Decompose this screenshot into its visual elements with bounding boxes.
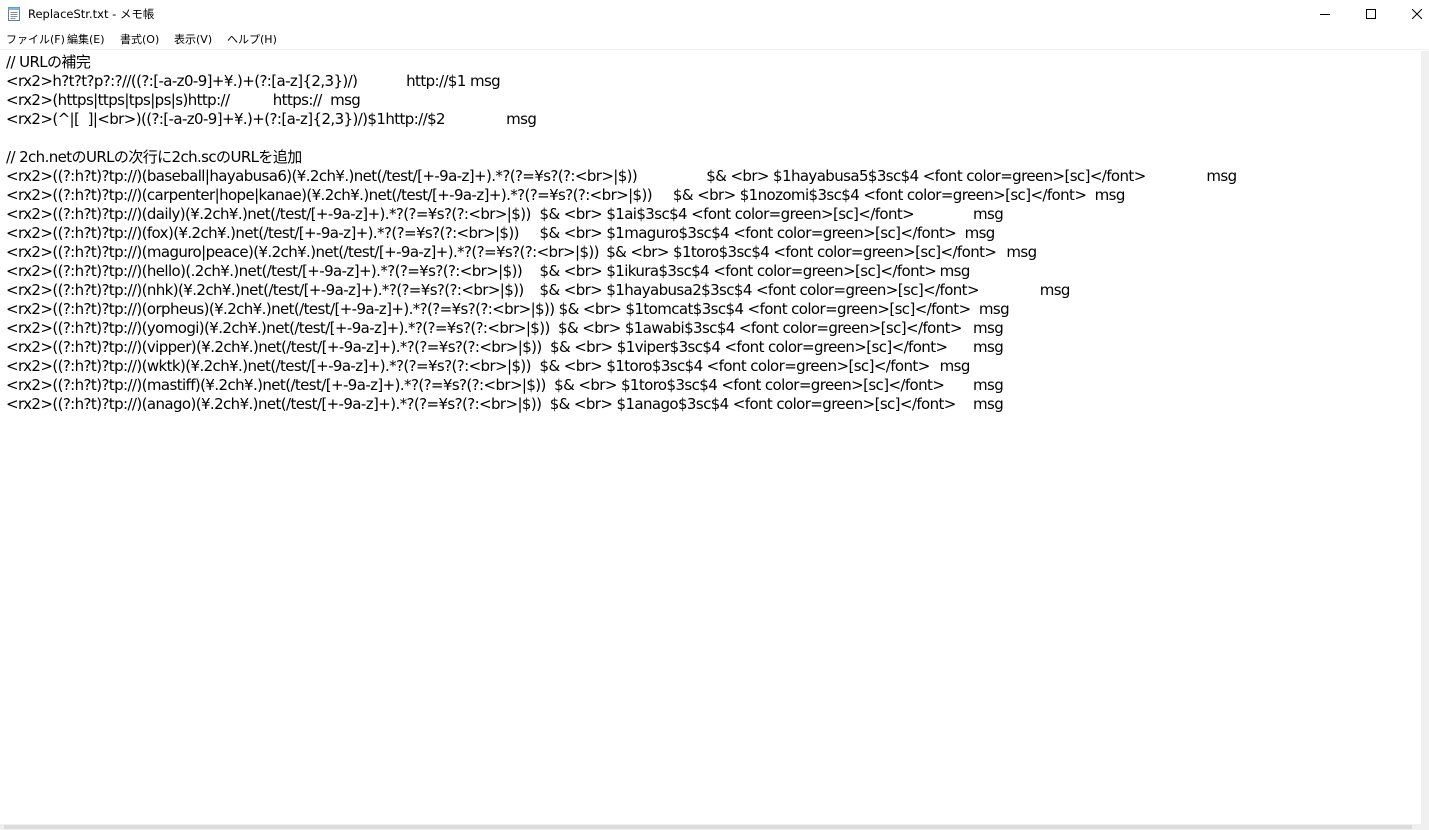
editor-line: <rx2>((?:h?t)?tp://)(nhk)(¥.2ch¥.)net(/t… <box>6 281 1070 299</box>
menu-edit[interactable]: 編集(E) <box>67 31 105 47</box>
title-bar[interactable]: ReplaceStr.txt - メモ帳 <box>0 0 1429 28</box>
notepad-icon <box>7 6 21 21</box>
text-editor[interactable]: // URLの補完 <rx2>h?t?t?p?:?//((?:[-a-z0-9]… <box>0 51 1421 824</box>
editor-line: <rx2>((?:h?t)?tp://)(mastiff)(¥.2ch¥.)ne… <box>6 376 1004 394</box>
editor-line <box>6 129 1237 148</box>
window-title: ReplaceStr.txt - メモ帳 <box>28 7 155 21</box>
menu-bar: ファイル(F) 編集(E) 書式(O) 表示(V) ヘルプ(H) <box>0 29 1429 50</box>
menu-view[interactable]: 表示(V) <box>174 31 212 47</box>
editor-line: <rx2>((?:h?t)?tp://)(daily)(¥.2ch¥.)net(… <box>6 205 1004 223</box>
minimize-button[interactable] <box>1302 0 1348 28</box>
editor-line: <rx2>h?t?t?p?:?//((?:[-a-z0-9]+¥.)+(?:[a… <box>6 72 501 90</box>
close-button[interactable] <box>1394 0 1429 28</box>
editor-line: <rx2>(https|ttps|tps|ps|s)http:// https:… <box>6 91 361 109</box>
editor-line: <rx2>((?:h?t)?tp://)(vipper)(¥.2ch¥.)net… <box>6 338 1004 356</box>
editor-lines: // URLの補完 <rx2>h?t?t?p?:?//((?:[-a-z0-9]… <box>6 53 1237 414</box>
editor-line: // URLの補完 <box>6 53 91 71</box>
menu-format[interactable]: 書式(O) <box>120 31 159 47</box>
maximize-button[interactable] <box>1348 0 1394 28</box>
editor-line: <rx2>((?:h?t)?tp://)(yomogi)(¥.2ch¥.)net… <box>6 319 1004 337</box>
menu-file[interactable]: ファイル(F) <box>6 31 65 47</box>
editor-line: <rx2>((?:h?t)?tp://)(anago)(¥.2ch¥.)net(… <box>6 395 1004 413</box>
editor-line: <rx2>((?:h?t)?tp://)(hello)(.2ch¥.)net(/… <box>6 262 970 280</box>
notepad-window: ReplaceStr.txt - メモ帳 ファイル(F) 編集(E) 書式(O)… <box>0 0 1429 830</box>
maximize-icon <box>1366 9 1376 19</box>
editor-line: <rx2>((?:h?t)?tp://)(fox)(¥.2ch¥.)net(/t… <box>6 224 995 242</box>
editor-line: <rx2>((?:h?t)?tp://)(orpheus)(¥.2ch¥.)ne… <box>6 300 1010 318</box>
menu-help[interactable]: ヘルプ(H) <box>227 31 277 47</box>
horizontal-scrollbar-thumb[interactable] <box>4 825 1412 829</box>
editor-line: <rx2>((?:h?t)?tp://)(baseball|hayabusa6)… <box>6 167 1237 185</box>
vertical-scrollbar[interactable] <box>1421 51 1429 824</box>
editor-line: // 2ch.netのURLの次行に2ch.scのURLを追加 <box>6 148 302 166</box>
minimize-icon <box>1320 9 1330 19</box>
editor-line: <rx2>((?:h?t)?tp://)(maguro|peace)(¥.2ch… <box>6 243 1037 261</box>
editor-line: <rx2>((?:h?t)?tp://)(wktk)(¥.2ch¥.)net(/… <box>6 357 970 375</box>
editor-line: <rx2>((?:h?t)?tp://)(carpenter|hope|kana… <box>6 186 1125 204</box>
close-icon <box>1412 9 1422 19</box>
horizontal-scrollbar[interactable] <box>0 824 1429 830</box>
editor-line: <rx2>(^|[ ]|<br>)((?:[-a-z0-9]+¥.)+(?:[a… <box>6 110 537 128</box>
